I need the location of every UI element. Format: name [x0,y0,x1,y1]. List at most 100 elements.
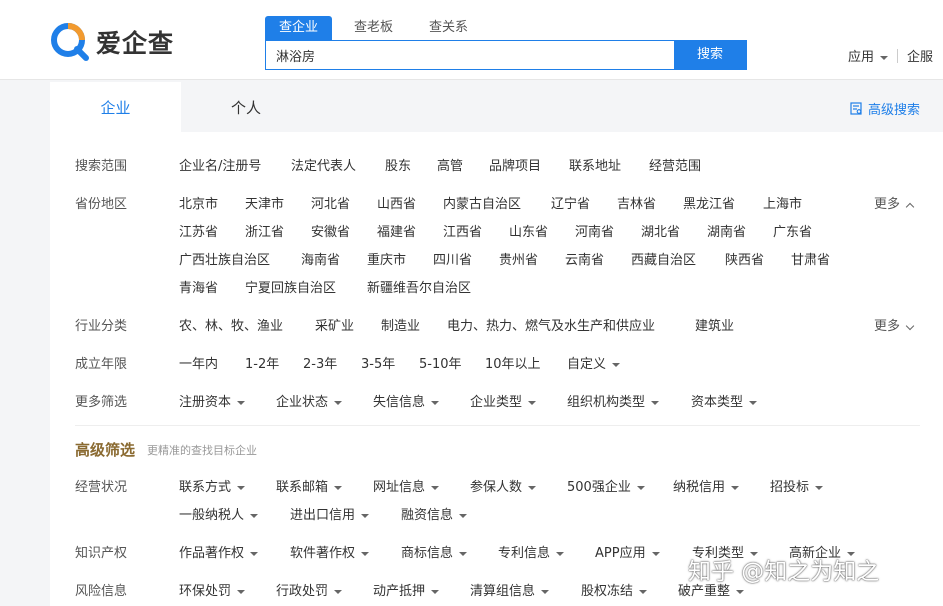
app-menu[interactable]: 应用 [848,46,889,65]
filter-dropdown[interactable]: 组织机构类型 [567,392,660,414]
search-button[interactable]: 搜索 [674,41,746,69]
caret-down-icon [250,551,259,556]
filter-option[interactable]: 2-3年 [303,354,337,376]
filter-option[interactable]: 广东省 [773,222,812,244]
filter-option[interactable]: 法定代表人 [291,156,356,178]
filter-option[interactable]: 黑龙江省 [683,194,735,216]
filter-option[interactable]: 北京市 [179,194,218,216]
caret-down-icon [431,589,440,594]
filter-dropdown[interactable]: 动产抵押 [373,581,440,603]
filter-option[interactable]: 甘肃省 [791,250,830,272]
filter-option[interactable]: 江苏省 [179,222,218,244]
province-more-toggle[interactable]: 更多 [874,194,915,216]
filter-option[interactable]: 安徽省 [311,222,350,244]
filter-option[interactable]: 农、林、牧、渔业 [179,316,283,338]
filter-option[interactable]: 品牌项目 [489,156,541,178]
filter-dropdown[interactable]: 股权冻结 [581,581,648,603]
watermark: 知乎 @知之为知之 [688,559,880,585]
filter-dropdown[interactable]: 联系邮箱 [276,477,343,499]
filter-option[interactable]: 陕西省 [725,250,764,272]
filter-option[interactable]: 辽宁省 [551,194,590,216]
filter-dropdown[interactable]: 软件著作权 [290,543,370,565]
filter-option[interactable]: 经营范围 [649,156,701,178]
filter-option[interactable]: 3-5年 [361,354,395,376]
filter-dropdown[interactable]: 环保处罚 [179,581,246,603]
filter-option[interactable]: 采矿业 [315,316,354,338]
filter-option[interactable]: 建筑业 [695,316,734,338]
custom-range-dropdown[interactable]: 自定义 [567,354,621,376]
filter-option[interactable]: 湖北省 [641,222,680,244]
filter-option[interactable]: 四川省 [433,250,472,272]
caret-down-icon [636,485,645,490]
filter-dropdown[interactable]: 纳税信用 [673,477,740,499]
filter-label: 经营状况 [75,480,128,495]
filter-dropdown[interactable]: 500强企业 [567,477,645,499]
caret-down-icon [880,55,889,60]
tab-company[interactable]: 查企业 [265,16,333,40]
filter-option[interactable]: 江西省 [443,222,482,244]
filter-option[interactable]: 湖南省 [707,222,746,244]
filter-option[interactable]: 吉林省 [617,194,656,216]
filter-option[interactable]: 西藏自治区 [631,250,696,272]
filter-option[interactable]: 河南省 [575,222,614,244]
filter-dropdown[interactable]: 失信信息 [373,392,440,414]
filter-option[interactable]: 企业名/注册号 [179,156,261,178]
filter-option[interactable]: 一年内 [179,354,218,376]
filter-option[interactable]: 新疆维吾尔自治区 [367,278,471,300]
filter-dropdown[interactable]: 企业状态 [276,392,343,414]
tab-relation[interactable]: 查关系 [415,16,482,40]
filter-option[interactable]: 山东省 [509,222,548,244]
filter-dropdown[interactable]: 企业类型 [470,392,537,414]
filter-option[interactable]: 贵州省 [499,250,538,272]
filter-option[interactable]: 高管 [437,156,463,178]
dropdown-label: 参保人数 [470,480,523,495]
filter-dropdown[interactable]: 网址信息 [373,477,440,499]
tab-enterprise[interactable]: 企业 [50,82,181,132]
filter-option[interactable]: 上海市 [763,194,802,216]
filter-option[interactable]: 福建省 [377,222,416,244]
dropdown-label: 500强企业 [567,480,631,495]
filter-option[interactable]: 5-10年 [419,354,462,376]
filter-option[interactable]: 广西壮族自治区 [179,250,270,272]
filter-dropdown[interactable]: APP应用 [595,543,660,565]
caret-down-icon [361,513,370,518]
filter-option[interactable]: 浙江省 [245,222,284,244]
filter-option[interactable]: 股东 [385,156,411,178]
filter-dropdown[interactable]: 一般纳税人 [179,505,259,527]
filter-option[interactable]: 内蒙古自治区 [443,194,521,216]
filter-option[interactable]: 制造业 [381,316,420,338]
filter-dropdown[interactable]: 招投标 [770,477,824,499]
filter-dropdown[interactable]: 参保人数 [470,477,537,499]
filter-dropdown[interactable]: 注册资本 [179,392,246,414]
filter-option[interactable]: 天津市 [245,194,284,216]
service-menu[interactable]: 企服 [907,46,933,65]
filter-dropdown[interactable]: 专利信息 [498,543,565,565]
filter-dropdown[interactable]: 联系方式 [179,477,246,499]
filter-option[interactable]: 青海省 [179,278,218,300]
filter-option[interactable]: 电力、热力、燃气及水生产和供应业 [447,316,655,338]
filter-option[interactable]: 10年以上 [485,354,541,376]
filter-dropdown[interactable]: 作品著作权 [179,543,259,565]
filter-option[interactable]: 重庆市 [367,250,406,272]
logo[interactable]: 爱企查 [50,22,174,62]
filter-option[interactable]: 1-2年 [245,354,279,376]
search-input[interactable] [266,41,674,69]
caret-down-icon [736,589,745,594]
filter-option[interactable]: 山西省 [377,194,416,216]
filter-option[interactable]: 河北省 [311,194,350,216]
advanced-search-link[interactable]: 高级搜索 [850,99,920,118]
caret-down-icon [528,485,537,490]
filter-option[interactable]: 云南省 [565,250,604,272]
filter-option[interactable]: 联系地址 [569,156,621,178]
filter-option[interactable]: 海南省 [301,250,340,272]
tab-boss[interactable]: 查老板 [340,16,407,40]
filter-dropdown[interactable]: 商标信息 [401,543,468,565]
filter-option[interactable]: 宁夏回族自治区 [245,278,336,300]
tab-person[interactable]: 个人 [181,82,311,132]
filter-dropdown[interactable]: 清算组信息 [470,581,550,603]
industry-more-toggle[interactable]: 更多 [874,316,915,338]
filter-dropdown[interactable]: 进出口信用 [290,505,370,527]
filter-dropdown[interactable]: 资本类型 [691,392,758,414]
filter-dropdown[interactable]: 行政处罚 [276,581,343,603]
filter-dropdown[interactable]: 融资信息 [401,505,468,527]
